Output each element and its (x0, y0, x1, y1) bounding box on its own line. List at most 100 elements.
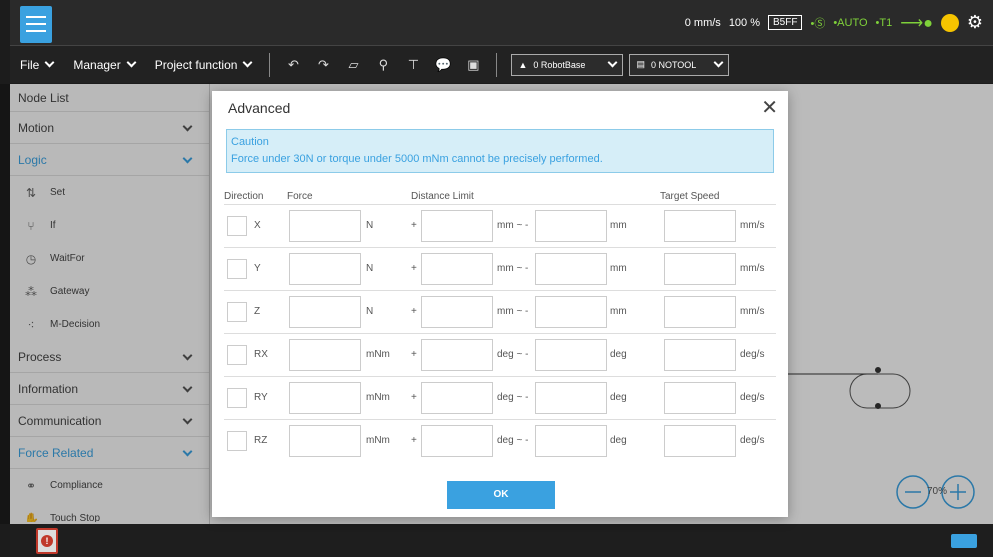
force-unit: mNm (366, 435, 390, 446)
direction-label: X (254, 220, 261, 231)
header-distance-limit: Distance Limit (411, 191, 474, 202)
distance-range-separator: mm ~ - (497, 263, 529, 274)
target-speed-input[interactable] (664, 296, 736, 328)
force-input[interactable] (289, 296, 361, 328)
distance-lower-input[interactable] (535, 296, 607, 328)
distance-lower-input[interactable] (535, 382, 607, 414)
distance-lower-input[interactable] (535, 339, 607, 371)
distance-range-separator: mm ~ - (497, 220, 529, 231)
direction-checkbox[interactable] (227, 431, 247, 451)
header-direction: Direction (224, 191, 264, 202)
direction-row: RY mNm + deg ~ - deg deg/s (224, 376, 776, 419)
distance-unit: mm (610, 306, 627, 317)
distance-lower-input[interactable] (535, 425, 607, 457)
tool-select[interactable]: ▤ 0 NOTOOL (629, 53, 730, 76)
erase-icon[interactable]: ▱ (343, 56, 363, 74)
direction-label: Y (254, 263, 261, 274)
plus-sign: + (411, 392, 417, 403)
direction-checkbox[interactable] (227, 216, 247, 236)
status-code-badge[interactable]: B5FF (768, 15, 803, 30)
status-area: 0 mm/s 100 % B5FF •Ⓢ •AUTO •T1 ⟶● ⚙ (685, 0, 993, 45)
chevron-down-icon (242, 57, 253, 68)
dialog-title: Advanced (228, 100, 291, 116)
force-input[interactable] (289, 425, 361, 457)
direction-label: RY (254, 392, 268, 403)
force-input[interactable] (289, 253, 361, 285)
direction-checkbox[interactable] (227, 388, 247, 408)
plus-sign: + (411, 349, 417, 360)
distance-upper-input[interactable] (421, 210, 493, 242)
robot-base-select[interactable]: ▲ 0 RobotBase (511, 53, 624, 76)
force-input[interactable] (289, 210, 361, 242)
target-speed-input[interactable] (664, 425, 736, 457)
distance-upper-input[interactable] (421, 339, 493, 371)
close-icon[interactable]: ✕ (761, 98, 778, 118)
caution-text: Force under 30N or torque under 5000 mNm… (231, 153, 603, 165)
toolbar-divider (496, 52, 498, 77)
distance-upper-input[interactable] (421, 382, 493, 414)
bottom-bar: ! (10, 524, 993, 557)
force-unit: N (366, 263, 374, 274)
speed-unit: mm/s (740, 220, 765, 231)
distance-upper-input[interactable] (421, 296, 493, 328)
distance-range-separator: deg ~ - (497, 349, 529, 360)
distance-range-separator: deg ~ - (497, 435, 529, 446)
tool-value: 0 NOTOOL (650, 59, 697, 70)
status-light-icon[interactable] (940, 13, 959, 32)
ok-button[interactable]: OK (447, 481, 555, 509)
robot-arm-icon[interactable]: ⚙ (967, 12, 983, 33)
plus-sign: + (411, 306, 417, 317)
keyboard-icon[interactable] (951, 534, 977, 548)
direction-label: Z (254, 306, 261, 317)
force-input[interactable] (289, 382, 361, 414)
target-speed-input[interactable] (664, 210, 736, 242)
direction-row: X N + mm ~ - mm mm/s (224, 204, 776, 247)
base-icon: ▲ (518, 59, 528, 70)
distance-upper-input[interactable] (421, 425, 493, 457)
add-point-icon[interactable]: ⊤ (403, 56, 423, 74)
toolbar-divider (269, 52, 271, 77)
target-speed-input[interactable] (664, 382, 736, 414)
manager-menu[interactable]: Manager (63, 58, 144, 72)
direction-checkbox[interactable] (227, 302, 247, 322)
variable-icon[interactable]: ▣ (463, 56, 483, 74)
robot-status-icon[interactable]: ⟶● (900, 13, 933, 33)
distance-unit: mm (610, 263, 627, 274)
direction-row: RX mNm + deg ~ - deg deg/s (224, 333, 776, 376)
hamburger-menu-icon[interactable] (20, 6, 52, 43)
direction-label: RX (254, 349, 268, 360)
distance-unit: deg (610, 349, 627, 360)
file-menu[interactable]: File (10, 58, 63, 72)
distance-lower-input[interactable] (535, 210, 607, 242)
force-unit: mNm (366, 392, 390, 403)
plus-sign: + (411, 435, 417, 446)
mode-auto-indicator: •AUTO (833, 16, 868, 29)
project-function-menu[interactable]: Project function (145, 58, 262, 72)
direction-checkbox[interactable] (227, 259, 247, 279)
caution-title: Caution (231, 136, 269, 148)
undo-icon[interactable]: ↶ (283, 56, 303, 74)
caution-banner: Caution Force under 30N or torque under … (226, 129, 774, 173)
tool-icon: ▤ (636, 59, 645, 69)
comment-icon[interactable]: 💬 (433, 56, 453, 74)
mode-t1-indicator: •T1 (875, 16, 893, 29)
redo-icon[interactable]: ↷ (313, 56, 333, 74)
speed-unit: deg/s (740, 435, 765, 446)
target-speed-input[interactable] (664, 339, 736, 371)
distance-unit: mm (610, 220, 627, 231)
top-bar: 0 mm/s 100 % B5FF •Ⓢ •AUTO •T1 ⟶● ⚙ (0, 0, 993, 45)
direction-checkbox[interactable] (227, 345, 247, 365)
force-input[interactable] (289, 339, 361, 371)
force-unit: N (366, 220, 374, 231)
force-unit: N (366, 306, 374, 317)
alarm-icon[interactable]: ! (36, 528, 58, 554)
target-speed-input[interactable] (664, 253, 736, 285)
distance-upper-input[interactable] (421, 253, 493, 285)
speed-unit: deg/s (740, 349, 765, 360)
direction-label: RZ (254, 435, 268, 446)
header-target-speed: Target Speed (660, 191, 720, 202)
mode-s-indicator: •Ⓢ (810, 17, 826, 30)
chevron-down-icon (44, 57, 55, 68)
distance-lower-input[interactable] (535, 253, 607, 285)
search-icon[interactable]: ⚲ (373, 56, 393, 74)
